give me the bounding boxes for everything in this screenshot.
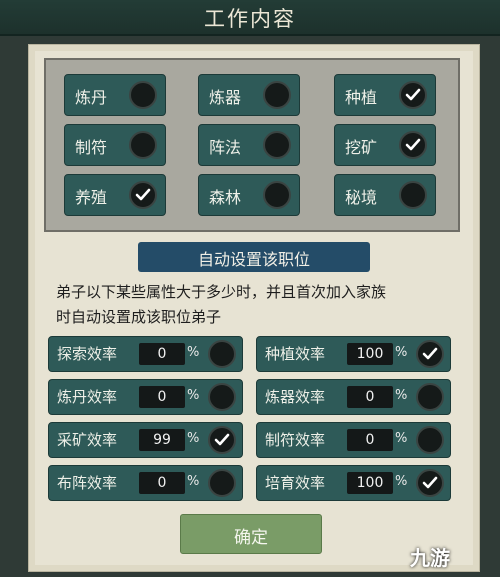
unchecked-toggle-icon[interactable] <box>416 426 444 454</box>
description: 弟子以下某些属性大于多少时，并且首次加入家族 时自动设置成该职位弟子 <box>56 280 456 330</box>
confirm-button[interactable]: 确定 <box>180 514 322 554</box>
unchecked-toggle-icon[interactable] <box>263 181 291 209</box>
work-type-grid: 炼丹 炼器 种植 制符 阵法 挖矿 养殖 森林 秘境 <box>44 58 460 232</box>
work-item-label: 挖矿 <box>345 138 378 157</box>
title-bar: 工作内容 <box>0 0 500 36</box>
work-item-zhenfa[interactable]: 阵法 <box>198 124 300 166</box>
checkmark-icon[interactable] <box>416 469 444 497</box>
description-line-2: 时自动设置成该职位弟子 <box>56 308 222 326</box>
attr-value-input[interactable]: 0 <box>139 343 185 365</box>
attr-row-cultivation: 培育效率 100 % <box>256 465 451 501</box>
attr-label: 制符效率 <box>265 431 326 449</box>
watermark-logo: 九游 <box>410 546 450 570</box>
work-item-label: 秘境 <box>345 188 378 207</box>
work-item-zhongzhi[interactable]: 种植 <box>334 74 436 116</box>
checkmark-icon[interactable] <box>208 426 236 454</box>
unchecked-toggle-icon[interactable] <box>399 181 427 209</box>
work-item-liandan[interactable]: 炼丹 <box>64 74 166 116</box>
attr-label: 种植效率 <box>265 345 326 363</box>
attr-row-mining: 采矿效率 99 % <box>48 422 243 458</box>
description-line-1: 弟子以下某些属性大于多少时，并且首次加入家族 <box>56 283 387 301</box>
auto-set-title: 自动设置该职位 <box>197 250 310 269</box>
attr-value-input[interactable]: 0 <box>347 429 393 451</box>
attr-value-input[interactable]: 100 <box>347 343 393 365</box>
work-item-yangzhi[interactable]: 养殖 <box>64 174 166 216</box>
auto-set-banner: 自动设置该职位 <box>138 242 370 272</box>
percent-unit: % <box>395 388 408 403</box>
attr-row-talisman: 制符效率 0 % <box>256 422 451 458</box>
attr-row-alchemy: 炼丹效率 0 % <box>48 379 243 415</box>
attr-label: 炼器效率 <box>265 388 326 406</box>
percent-unit: % <box>395 474 408 489</box>
checkmark-icon[interactable] <box>416 340 444 368</box>
unchecked-toggle-icon[interactable] <box>129 81 157 109</box>
work-item-label: 阵法 <box>209 138 242 157</box>
unchecked-toggle-icon[interactable] <box>208 469 236 497</box>
work-item-zhifu[interactable]: 制符 <box>64 124 166 166</box>
attr-label: 采矿效率 <box>57 431 118 449</box>
work-item-senlin[interactable]: 森林 <box>198 174 300 216</box>
attr-row-forging: 炼器效率 0 % <box>256 379 451 415</box>
work-item-label: 森林 <box>209 188 242 207</box>
attr-value-input[interactable]: 0 <box>139 386 185 408</box>
work-item-wakuang[interactable]: 挖矿 <box>334 124 436 166</box>
attr-label: 培育效率 <box>265 474 326 492</box>
percent-unit: % <box>187 345 200 360</box>
attr-label: 布阵效率 <box>57 474 118 492</box>
attr-value-input[interactable]: 100 <box>347 472 393 494</box>
work-item-label: 炼器 <box>209 88 242 107</box>
work-item-label: 养殖 <box>75 188 108 207</box>
work-item-label: 炼丹 <box>75 88 108 107</box>
confirm-button-label: 确定 <box>234 528 268 548</box>
unchecked-toggle-icon[interactable] <box>208 340 236 368</box>
checkmark-icon[interactable] <box>399 131 427 159</box>
attr-value-input[interactable]: 99 <box>139 429 185 451</box>
unchecked-toggle-icon[interactable] <box>129 131 157 159</box>
attr-label: 炼丹效率 <box>57 388 118 406</box>
attr-row-exploration: 探索效率 0 % <box>48 336 243 372</box>
percent-unit: % <box>187 388 200 403</box>
attr-row-planting: 种植效率 100 % <box>256 336 451 372</box>
unchecked-toggle-icon[interactable] <box>263 131 291 159</box>
work-item-mijing[interactable]: 秘境 <box>334 174 436 216</box>
work-item-label: 种植 <box>345 88 378 107</box>
percent-unit: % <box>187 474 200 489</box>
attr-label: 探索效率 <box>57 345 118 363</box>
attr-row-formation: 布阵效率 0 % <box>48 465 243 501</box>
percent-unit: % <box>395 431 408 446</box>
window-title: 工作内容 <box>204 7 296 31</box>
work-item-lianqi[interactable]: 炼器 <box>198 74 300 116</box>
unchecked-toggle-icon[interactable] <box>263 81 291 109</box>
work-item-label: 制符 <box>75 138 108 157</box>
attr-value-input[interactable]: 0 <box>347 386 393 408</box>
attr-value-input[interactable]: 0 <box>139 472 185 494</box>
unchecked-toggle-icon[interactable] <box>208 383 236 411</box>
percent-unit: % <box>395 345 408 360</box>
unchecked-toggle-icon[interactable] <box>416 383 444 411</box>
percent-unit: % <box>187 431 200 446</box>
checkmark-icon[interactable] <box>399 81 427 109</box>
checkmark-icon[interactable] <box>129 181 157 209</box>
